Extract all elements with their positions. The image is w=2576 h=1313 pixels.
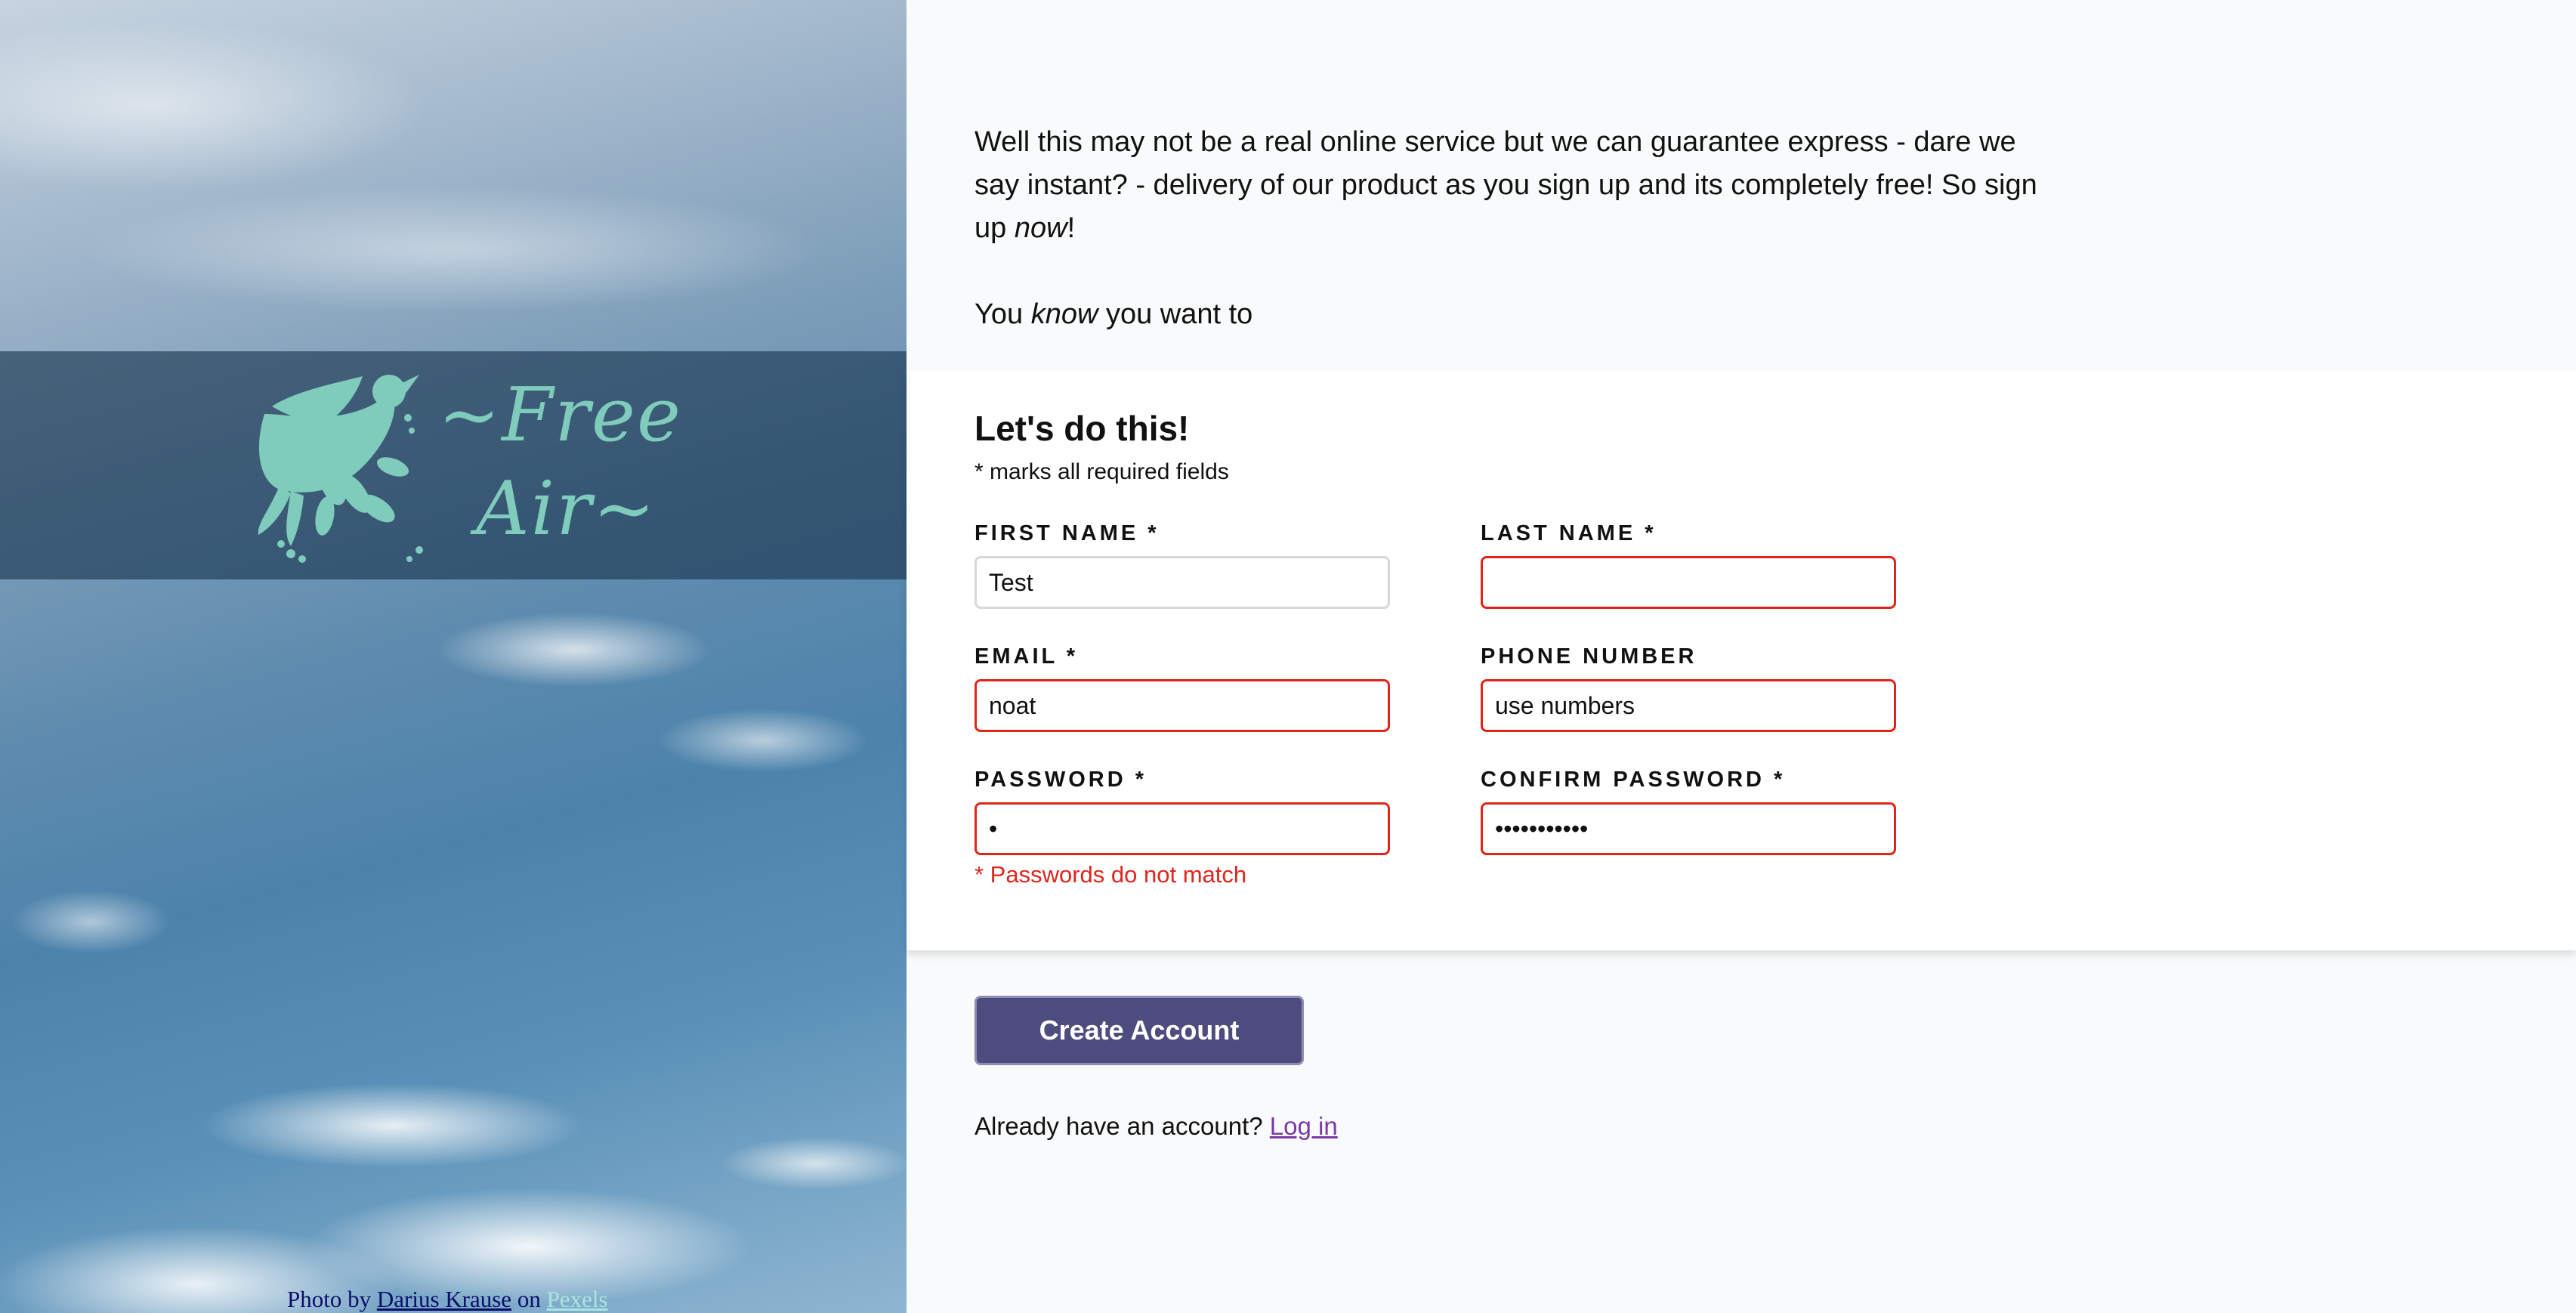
login-prompt-text: Already have an account? bbox=[974, 1112, 1263, 1140]
password-field: Password * * Passwords do not match bbox=[974, 768, 1390, 888]
create-account-button[interactable]: Create Account bbox=[974, 996, 1304, 1065]
credit-site-link[interactable]: Pexels bbox=[547, 1286, 608, 1312]
intro-paragraph-1: Well this may not be a real online servi… bbox=[974, 121, 2047, 250]
login-prompt: Already have an account? Log in bbox=[974, 1112, 1338, 1141]
email-label: Email * bbox=[974, 644, 1079, 669]
intro-p1-emphasis: now bbox=[1014, 212, 1067, 244]
credit-mid: on bbox=[517, 1286, 541, 1312]
password-error: * Passwords do not match bbox=[974, 861, 1247, 888]
confirm-password-label: Confirm Password * bbox=[1481, 768, 1786, 792]
login-link[interactable]: Log in bbox=[1270, 1112, 1338, 1140]
intro-p1-end: ! bbox=[1067, 212, 1076, 244]
phone-input[interactable] bbox=[1481, 679, 1896, 732]
confirm-password-field: Confirm Password * bbox=[1481, 768, 1896, 855]
dove-icon bbox=[258, 375, 423, 563]
phone-field: Phone Number bbox=[1481, 644, 1896, 732]
intro-p2-emphasis: know bbox=[1030, 298, 1098, 330]
password-label: Password * bbox=[974, 768, 1147, 792]
brand-logo: ~Free Air~ bbox=[249, 361, 681, 565]
brand-line-2: Air~ bbox=[476, 466, 657, 552]
first-name-field: First Name * bbox=[974, 521, 1390, 609]
intro-paragraph-2: You know you want to bbox=[974, 293, 2047, 336]
credit-author-link[interactable]: Darius Krause bbox=[377, 1286, 511, 1312]
intro-text: Well this may not be a real online servi… bbox=[974, 121, 2047, 336]
last-name-field: Last Name * bbox=[1481, 521, 1896, 609]
phone-label: Phone Number bbox=[1481, 644, 1697, 669]
signup-form: Let's do this! * marks all required fiel… bbox=[907, 370, 2576, 950]
required-note: * marks all required fields bbox=[974, 459, 1229, 484]
last-name-input[interactable] bbox=[1481, 556, 1896, 609]
last-name-label: Last Name * bbox=[1481, 521, 1657, 545]
intro-p2-end: you want to bbox=[1105, 298, 1253, 330]
intro-p2-text: You bbox=[974, 298, 1024, 330]
brand-line-1: ~Free bbox=[438, 372, 682, 459]
brand-wordmark: ~Free Air~ bbox=[438, 369, 687, 556]
hero-panel: ~Free Air~ Photo by Darius Krause on Pex… bbox=[0, 0, 907, 1313]
confirm-password-input[interactable] bbox=[1481, 802, 1896, 855]
credit-prefix: Photo by bbox=[287, 1286, 372, 1312]
password-input[interactable] bbox=[974, 802, 1390, 855]
email-input[interactable] bbox=[974, 679, 1390, 732]
email-field: Email * bbox=[974, 644, 1390, 732]
form-title: Let's do this! bbox=[974, 409, 1190, 448]
first-name-label: First Name * bbox=[974, 521, 1160, 545]
photo-credit: Photo by Darius Krause on Pexels bbox=[287, 1286, 608, 1313]
first-name-input[interactable] bbox=[974, 556, 1390, 609]
intro-p1-text: Well this may not be a real online servi… bbox=[974, 126, 2037, 244]
